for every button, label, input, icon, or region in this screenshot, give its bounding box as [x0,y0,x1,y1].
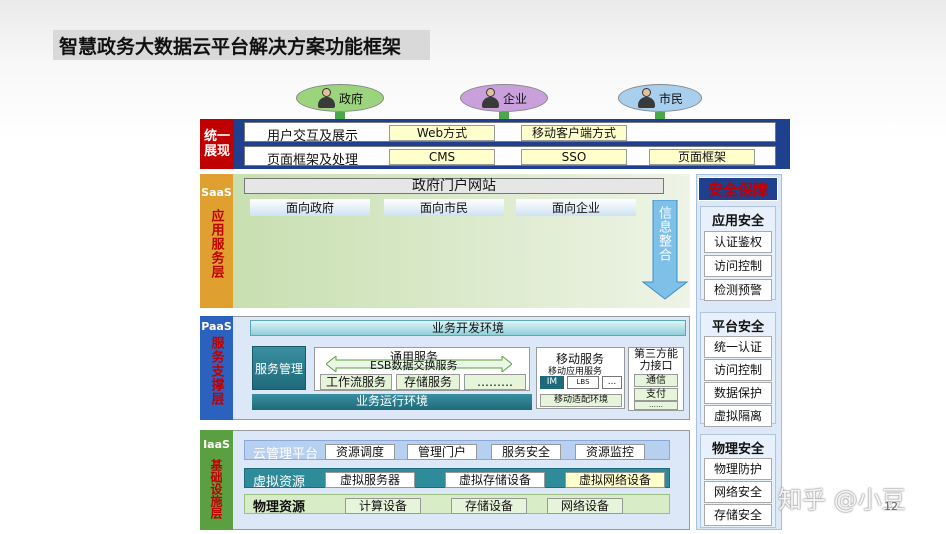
chip-mobile-client: 移动客户端方式 [521,125,627,141]
storage-service: 存储服务 [396,374,460,390]
row-page-framework: 页面框架及处理 CMS SSO 页面框架 [244,146,776,168]
chip-im: IM [540,376,564,389]
actor-enterprise: 企业 [460,84,548,124]
item-access-control: 访问控制 [704,359,772,381]
mobile-adapt-env: 移动适配环境 [540,394,622,407]
tab-government: 面向政府 [250,199,370,216]
chip-communication: 通信 [634,374,678,387]
government-portal: 政府门户网站 [244,178,664,194]
chip-payment: 支付 [634,388,678,401]
item-physical-protection: 物理防护 [704,458,772,480]
slide: { "title": "智慧政务大数据云平台解决方案功能框架", "actors… [0,0,946,534]
row-label: 云管理平台 [253,447,319,462]
paas-label: 服务支撑层 [208,336,224,406]
row-label: 用户交互及展示 [267,129,359,144]
security-title: 安全保障 [698,177,778,201]
chip-etc: …… [634,401,678,410]
group-title: 应用安全 [711,214,764,229]
info-integration-label: 信息整合 [656,206,671,262]
business-dev-env: 业务开发环境 [250,320,686,336]
row-label: 页面框架及处理 [267,153,359,168]
person-icon [317,87,335,109]
person-icon [637,87,655,109]
saas-body [233,174,690,308]
tab-enterprise: 面向企业 [516,199,636,216]
iaas-label: 基础设施层 [209,459,223,519]
row-physical-resources: 物理资源 计算设备 存储设备 网络设备 [244,494,670,515]
chip-virtual-storage: 虚拟存储设备 [445,472,545,488]
item-unified-auth: 统一认证 [704,336,772,358]
group-title: 平台安全 [711,320,764,335]
display-layer-label: 统一展现 [200,119,234,169]
chip-web: Web方式 [389,125,495,141]
service-management: 服务管理 [252,346,306,390]
paas-label-bar: PaaS 服务支撑层 [200,316,233,420]
esb-label: ESB数据交换服务 [370,359,458,372]
actor-label: 企业 [502,91,527,106]
actor-government: 政府 [296,84,384,124]
row-label: 物理资源 [253,500,306,515]
actor-label: 政府 [338,91,363,106]
chip-cms: CMS [389,149,495,165]
item-detection: 检测预警 [704,279,772,301]
chip-storage-device: 存储设备 [451,498,527,514]
chip-network-device: 网络设备 [547,498,623,514]
chip-more: ... [602,376,622,389]
row-cloud-management: 云管理平台 资源调度 管理门户 服务安全 资源监控 [244,440,670,462]
chip-page-frame: 页面框架 [649,149,755,165]
chip-service-security: 服务安全 [491,444,561,460]
row-virtual-resources: 虚拟资源 虚拟服务器 虚拟存储设备 虚拟网络设备 [244,468,670,490]
chip-compute: 计算设备 [345,498,421,514]
chip-resource-scheduling: 资源调度 [325,444,395,460]
chip-lbs: LBS [567,376,599,389]
app-security-group: 应用安全 认证鉴权 访问控制 检测预警 [700,206,776,301]
chip-resource-monitoring: 资源监控 [575,444,645,460]
saas-label-bar: SaaS 应用服务层 [200,174,233,308]
chip-virtual-server: 虚拟服务器 [325,472,415,488]
actor-citizen: 市民 [618,84,702,124]
saas-label: 应用服务层 [208,209,224,279]
row-label: 虚拟资源 [253,475,306,490]
item-virtual-isolation: 虚拟隔离 [704,405,772,427]
item-data-protection: 数据保护 [704,382,772,404]
more-services: ……… [464,374,526,390]
business-runtime-env: 业务运行环境 [252,394,532,410]
paas-tag: PaaS [201,320,232,333]
third-party-label: 第三方能力接口 [634,347,678,372]
display-layer-label-text: 统一展现 [203,129,230,159]
saas-tag: SaaS [201,186,232,199]
group-title: 物理安全 [711,442,764,457]
item-storage-security: 存储安全 [704,504,772,526]
row-user-interaction: 用户交互及展示 Web方式 移动客户端方式 [244,122,776,144]
platform-security-group: 平台安全 统一认证 访问控制 数据保护 虚拟隔离 [700,312,776,427]
chip-virtual-network: 虚拟网络设备 [565,472,665,488]
person-icon [481,87,499,109]
iaas-label-bar: IaaS 基础设施层 [200,430,233,530]
item-access-control: 访问控制 [704,255,772,277]
item-auth: 认证鉴权 [704,231,772,253]
iaas-tag: IaaS [203,438,230,451]
chip-sso: SSO [521,149,627,165]
actor-label: 市民 [658,91,683,106]
chip-management-portal: 管理门户 [407,444,477,460]
physical-security-group: 物理安全 物理防护 网络安全 存储安全 [700,434,776,528]
page-number: 12 [884,500,898,513]
page-title: 智慧政务大数据云平台解决方案功能框架 [53,30,430,60]
tab-citizen: 面向市民 [384,199,504,216]
workflow-service: 工作流服务 [320,374,392,390]
item-network-security: 网络安全 [704,481,772,503]
